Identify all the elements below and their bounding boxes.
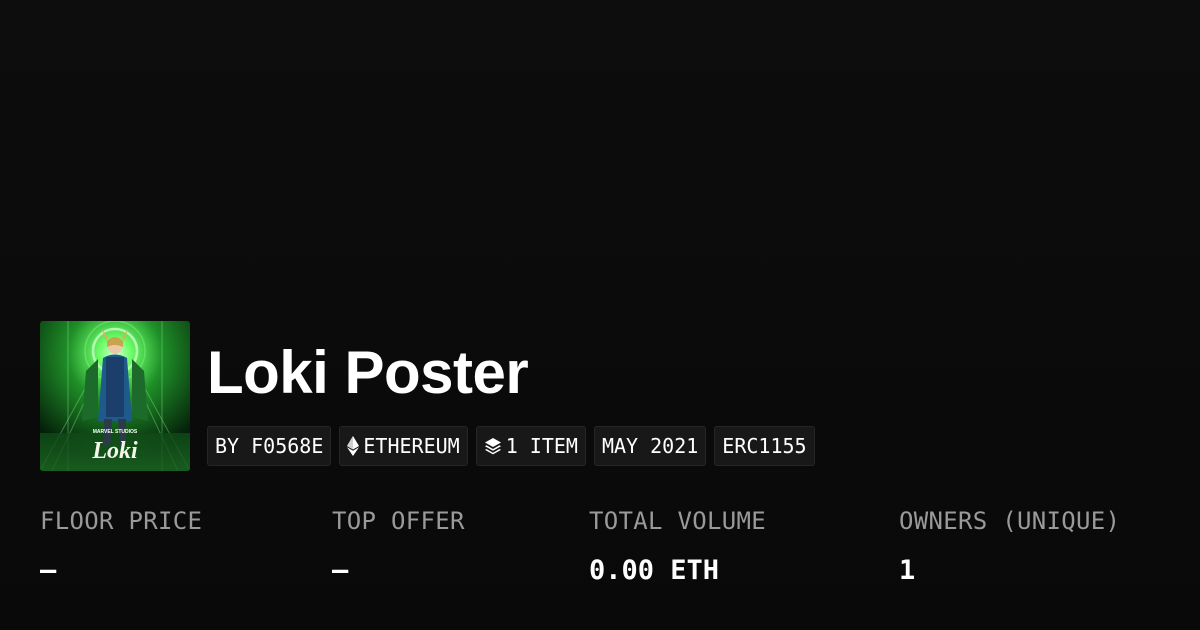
- token-standard-badge: ERC1155: [714, 426, 815, 466]
- collection-header: MARVEL STUDIOS Loki Loki Poster BY F0568…: [40, 321, 815, 471]
- stat-value: —: [332, 555, 349, 586]
- svg-text:Loki: Loki: [91, 438, 138, 464]
- collection-avatar[interactable]: MARVEL STUDIOS Loki: [40, 321, 190, 471]
- date-badge: MAY 2021: [593, 426, 707, 466]
- loki-poster-thumbnail: MARVEL STUDIOS Loki: [40, 321, 190, 471]
- svg-text:MARVEL STUDIOS: MARVEL STUDIOS: [93, 429, 138, 435]
- item-count-badge[interactable]: 1 ITEM: [475, 426, 586, 466]
- layers-icon: [484, 437, 502, 455]
- stat-value: 1: [899, 555, 916, 586]
- stat-label: TOP OFFER: [332, 507, 465, 535]
- stat-top-offer: TOP OFFER —: [332, 504, 465, 588]
- token-standard-label: ERC1155: [722, 434, 807, 458]
- creator-label: BY F0568E: [215, 434, 324, 458]
- stat-value: 0.00 ETH: [589, 555, 720, 586]
- date-label: MAY 2021: [601, 434, 699, 458]
- badge-row: BY F0568E ETHEREUM 1 ITEM MAY 2021 ERC11…: [207, 426, 815, 466]
- creator-badge[interactable]: BY F0568E: [207, 426, 332, 466]
- chain-badge[interactable]: ETHEREUM: [339, 426, 468, 466]
- collection-header-text: Loki Poster BY F0568E ETHEREUM 1 ITEM MA…: [207, 321, 815, 466]
- stat-value: —: [40, 555, 57, 586]
- item-count-label: 1 ITEM: [505, 434, 578, 458]
- stat-label: OWNERS (UNIQUE): [899, 507, 1121, 535]
- chain-label: ETHEREUM: [363, 434, 460, 458]
- stat-owners-unique: OWNERS (UNIQUE) 1: [899, 504, 1120, 588]
- ethereum-icon: [347, 436, 360, 456]
- stat-total-volume: TOTAL VOLUME 0.00 ETH: [589, 504, 766, 588]
- collection-title: Loki Poster: [207, 339, 529, 406]
- stat-label: FLOOR PRICE: [40, 507, 203, 535]
- stat-label: TOTAL VOLUME: [589, 507, 766, 535]
- stat-floor-price: FLOOR PRICE —: [40, 504, 202, 588]
